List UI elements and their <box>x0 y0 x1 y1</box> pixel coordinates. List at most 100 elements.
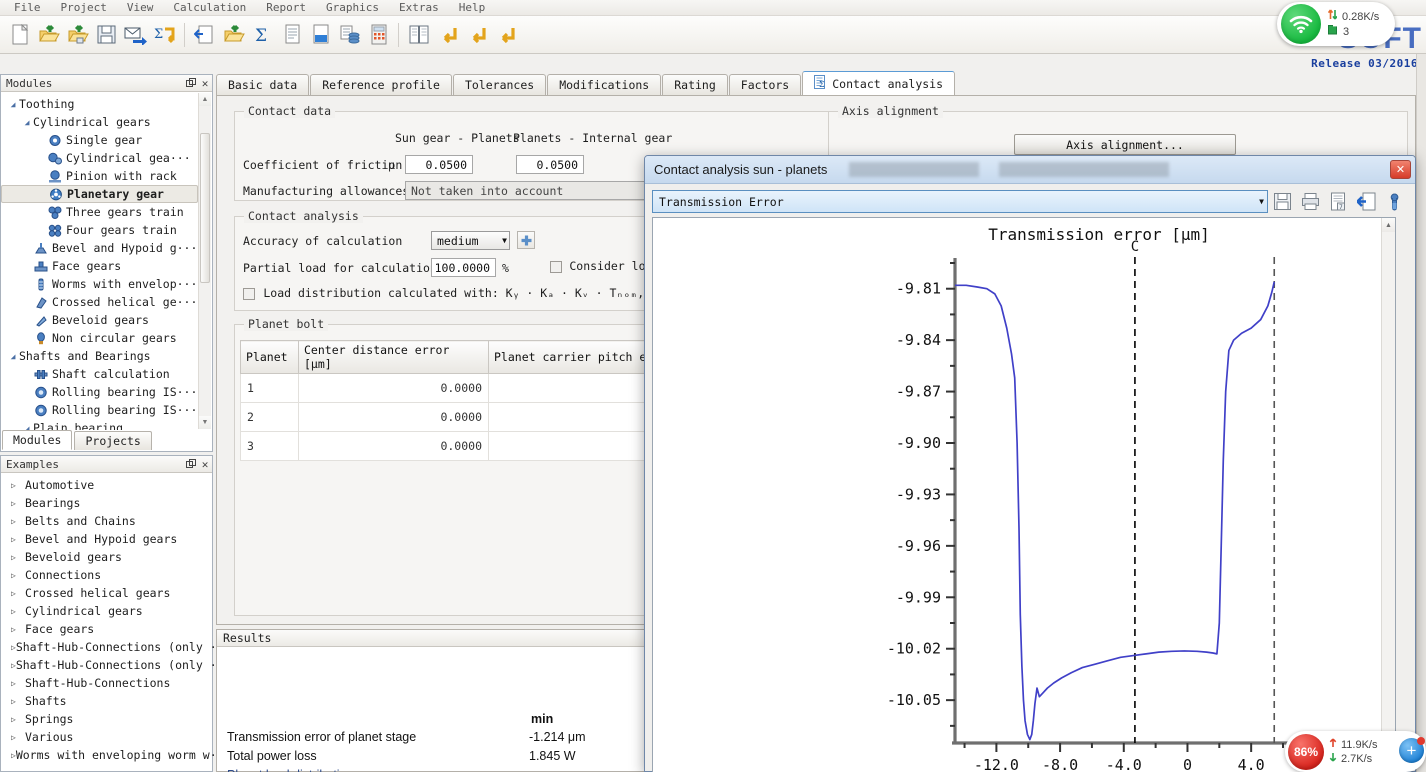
undo-icon[interactable] <box>491 20 520 50</box>
send-mail-icon[interactable] <box>121 20 150 50</box>
document-icon[interactable] <box>277 20 306 50</box>
chevron-down-icon[interactable]: ▼ <box>1259 197 1264 206</box>
scroll-thumb[interactable] <box>200 133 210 283</box>
tree-item-single-gear[interactable]: Single gear <box>1 131 198 149</box>
tab-rating[interactable]: Rating <box>662 74 728 96</box>
tree-item-shaft-calculation[interactable]: Shaft calculation <box>1 365 198 383</box>
menu-item-file[interactable]: File <box>4 0 51 16</box>
tree-item-bevel-and-hypoid-g[interactable]: Bevel and Hypoid g··· <box>1 239 198 257</box>
tab-modifications[interactable]: Modifications <box>547 74 662 96</box>
chart-vertical-scrollbar[interactable]: ▲ ▼ <box>1381 218 1395 772</box>
export-arrow-icon[interactable] <box>1353 189 1380 214</box>
document-blue-icon[interactable] <box>306 20 335 50</box>
open-folder-icon[interactable] <box>34 20 63 50</box>
tree-item-shafts-and-bearings[interactable]: ◢ Shafts and Bearings <box>1 347 198 365</box>
example-item-automotive[interactable]: ▷ Automotive <box>1 476 212 494</box>
tree-item-rolling-bearing-is[interactable]: Rolling bearing IS··· <box>1 383 198 401</box>
example-item-various[interactable]: ▷ Various <box>1 728 212 746</box>
sigma-undo-icon[interactable]: Σ <box>150 20 179 50</box>
tab-modules[interactable]: Modules <box>2 430 73 450</box>
col-center-distance-error[interactable]: Center distance error [μm] <box>298 340 489 374</box>
undo-all-icon[interactable] <box>433 20 462 50</box>
print-icon[interactable] <box>1297 189 1324 214</box>
example-item-face-gears[interactable]: ▷ Face gears <box>1 620 212 638</box>
tree-item-three-gears-train[interactable]: Three gears train <box>1 203 198 221</box>
tab-tolerances[interactable]: Tolerances <box>452 74 547 96</box>
network-speed-widget[interactable]: 0.28K/s 3 <box>1277 2 1395 46</box>
example-item-worms-with-enveloping-worm-w[interactable]: ▷ Worms with enveloping worm w··· <box>1 746 230 764</box>
example-item-springs[interactable]: ▷ Springs <box>1 710 212 728</box>
expander-icon[interactable]: ▷ <box>11 517 25 526</box>
menu-item-calculation[interactable]: Calculation <box>163 0 256 16</box>
expander-icon[interactable]: ▷ <box>11 553 25 562</box>
expander-icon[interactable]: ▷ <box>11 535 25 544</box>
consider-load-box[interactable] <box>550 260 562 273</box>
menu-item-view[interactable]: View <box>117 0 164 16</box>
expander-icon[interactable]: ▷ <box>11 679 25 688</box>
menu-item-project[interactable]: Project <box>51 0 117 16</box>
cell-center-distance-error[interactable]: 0.0000 <box>298 373 489 403</box>
tree-item-four-gears-train[interactable]: Four gears train <box>1 221 198 239</box>
tree-item-cylindrical-gea[interactable]: Cylindrical gea··· <box>1 149 198 167</box>
tree-item-non-circular-gears[interactable]: Non circular gears <box>1 329 198 347</box>
expander-icon[interactable]: ▷ <box>11 571 25 580</box>
sigma-icon[interactable]: Σ <box>248 20 277 50</box>
chart-scroll-up-arrow[interactable]: ▲ <box>1382 218 1395 232</box>
open-folder-lock-icon[interactable] <box>63 20 92 50</box>
expander-icon[interactable]: ▷ <box>11 733 25 742</box>
example-item-belts-and-chains[interactable]: ▷ Belts and Chains <box>1 512 212 530</box>
axis-alignment-button[interactable]: Axis alignment... <box>1014 134 1236 155</box>
menu-item-report[interactable]: Report <box>256 0 316 16</box>
cell-center-distance-error[interactable]: 0.0000 <box>298 402 489 432</box>
expander-icon[interactable]: ▷ <box>11 715 25 724</box>
partial-load-input[interactable]: 100.0000 <box>431 258 496 277</box>
tab-basic-data[interactable]: Basic data <box>216 74 310 96</box>
close-icon[interactable]: ✕ <box>1390 160 1411 179</box>
undo-some-icon[interactable] <box>462 20 491 50</box>
menu-item-extras[interactable]: Extras <box>389 0 449 16</box>
float-window-icon[interactable] <box>184 76 198 90</box>
tree-expander-icon[interactable]: ◢ <box>7 100 19 109</box>
example-item-shaft-hub-connections-only[interactable]: ▷ Shaft-Hub-Connections (only ··· <box>1 638 230 656</box>
example-item-shafts[interactable]: ▷ Shafts <box>1 692 212 710</box>
expander-icon[interactable]: ▷ <box>11 697 25 706</box>
example-item-cylindrical-gears[interactable]: ▷ Cylindrical gears <box>1 602 212 620</box>
consider-load-checkbox[interactable]: Consider load <box>550 259 659 273</box>
scroll-down-arrow[interactable]: ▼ <box>199 416 211 429</box>
friction-value-1[interactable]: 0.0500 <box>405 155 473 174</box>
close-icon[interactable]: ✕ <box>198 76 212 90</box>
tab-factors[interactable]: Factors <box>728 74 802 96</box>
tab-reference-profile[interactable]: Reference profile <box>310 74 452 96</box>
tree-item-worms-with-envelop[interactable]: Worms with envelop··· <box>1 275 198 293</box>
friction-value-2[interactable]: 0.0500 <box>516 155 584 174</box>
example-item-beveloid-gears[interactable]: ▷ Beveloid gears <box>1 548 212 566</box>
scroll-up-arrow[interactable]: ▲ <box>199 93 211 106</box>
col-planet[interactable]: Planet <box>240 340 299 374</box>
menu-item-graphics[interactable]: Graphics <box>316 0 389 16</box>
tree-item-rolling-bearing-is[interactable]: Rolling bearing IS··· <box>1 401 198 419</box>
dialog-title-bar[interactable]: Contact analysis sun - planets ✕ <box>645 156 1415 184</box>
example-item-bevel-and-hypoid-gears[interactable]: ▷ Bevel and Hypoid gears <box>1 530 212 548</box>
expander-icon[interactable]: ▷ <box>11 625 25 634</box>
tree-expander-icon[interactable]: ◢ <box>21 118 33 127</box>
tree-item-crossed-helical-ge[interactable]: Crossed helical ge··· <box>1 293 198 311</box>
tree-item-toothing[interactable]: ◢ Toothing <box>1 95 198 113</box>
expander-icon[interactable]: ▷ <box>11 499 25 508</box>
example-item-shaft-hub-connections-only[interactable]: ▷ Shaft-Hub-Connections (only ··· <box>1 656 230 674</box>
calculator-icon[interactable] <box>364 20 393 50</box>
example-item-bearings[interactable]: ▷ Bearings <box>1 494 212 512</box>
example-item-shaft-hub-connections[interactable]: ▷ Shaft-Hub-Connections <box>1 674 212 692</box>
report-icon[interactable]: 7 <box>1325 189 1352 214</box>
close-icon[interactable]: ✕ <box>198 457 212 471</box>
report-out-icon[interactable] <box>190 20 219 50</box>
tree-expander-icon[interactable]: ◢ <box>7 352 19 361</box>
open-project-icon[interactable] <box>219 20 248 50</box>
tree-item-planetary-gear[interactable]: Planetary gear <box>1 185 198 203</box>
tab-projects[interactable]: Projects <box>74 431 152 450</box>
tree-item-pinion-with-rack[interactable]: Pinion with rack <box>1 167 198 185</box>
save-disk-icon[interactable] <box>1269 189 1296 214</box>
graph-type-combo[interactable]: Transmission Error ▼ <box>652 190 1268 213</box>
cell-center-distance-error[interactable]: 0.0000 <box>298 431 489 461</box>
cpu-usage-widget[interactable]: 86% 11.9K/s 2.7K/s + <box>1285 731 1426 772</box>
database-list-icon[interactable] <box>335 20 364 50</box>
